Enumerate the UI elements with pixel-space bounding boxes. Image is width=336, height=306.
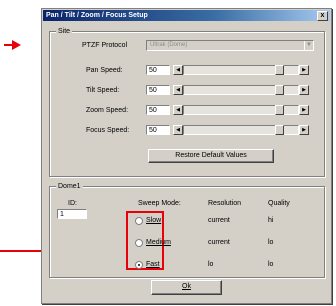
speed-value-input[interactable]: 50 [146, 105, 170, 115]
speed-slider-thumb[interactable] [275, 65, 284, 75]
window-title: Pan / Tilt / Zoom / Focus Setup [46, 12, 148, 19]
close-button[interactable]: x [317, 11, 328, 21]
quality-value: hi [268, 217, 274, 224]
speed-value-input[interactable]: 50 [146, 85, 170, 95]
quality-value: lo [268, 239, 274, 246]
quality-value: lo [268, 261, 274, 268]
ptzf-protocol-label: PTZF Protocol [82, 42, 128, 49]
scroll-right-icon[interactable]: ▶ [299, 105, 309, 115]
chevron-down-icon[interactable]: ▼ [304, 41, 313, 50]
speed-value-input[interactable]: 50 [146, 65, 170, 75]
ptzf-protocol-select[interactable]: Ultrak (Dome) ▼ [146, 40, 314, 51]
restore-default-values-label: Restore Default Values [175, 152, 247, 159]
speed-slider-thumb[interactable] [275, 105, 284, 115]
id-label: ID: [68, 200, 77, 207]
resolution-value: lo [208, 261, 214, 268]
sweep-mode-radio[interactable] [135, 217, 143, 225]
scroll-right-icon[interactable]: ▶ [299, 85, 309, 95]
sweep-mode-label[interactable]: Fast [146, 260, 160, 269]
sweep-mode-label[interactable]: Medium [146, 238, 171, 247]
speed-label: Zoom Speed: [86, 107, 129, 114]
speed-label: Pan Speed: [86, 67, 123, 74]
sweep-mode-label[interactable]: Slow [146, 216, 161, 225]
title-bar: Pan / Tilt / Zoom / Focus Setup x [43, 10, 330, 21]
speed-value-input[interactable]: 50 [146, 125, 170, 135]
id-input[interactable]: 1 [57, 209, 87, 219]
speed-label: Tilt Speed: [86, 87, 120, 94]
scroll-right-icon[interactable]: ▶ [299, 125, 309, 135]
annotation-arrow-1-head [12, 40, 21, 50]
annotation-arrow-2-line [0, 250, 45, 252]
scroll-right-icon[interactable]: ▶ [299, 65, 309, 75]
scroll-left-icon[interactable]: ◀ [173, 85, 183, 95]
sweep-mode-header: Sweep Mode: [138, 200, 181, 207]
speed-label: Focus Speed: [86, 127, 130, 134]
ptzf-setup-dialog: Pan / Tilt / Zoom / Focus Setup x Site P… [41, 8, 332, 304]
ok-label: Ok [182, 283, 191, 290]
resolution-header: Resolution [208, 200, 242, 207]
scroll-left-icon[interactable]: ◀ [173, 125, 183, 135]
ptzf-protocol-value: Ultrak (Dome) [150, 42, 188, 48]
sweep-mode-radio[interactable] [135, 239, 143, 247]
site-group-title: Site [56, 27, 73, 36]
scroll-left-icon[interactable]: ◀ [173, 105, 183, 115]
scroll-left-icon[interactable]: ◀ [173, 65, 183, 75]
restore-default-values-button[interactable]: Restore Default Values [148, 149, 274, 163]
resolution-value: current [208, 239, 230, 246]
quality-header: Quality [268, 200, 290, 207]
sweep-mode-radio[interactable] [135, 261, 143, 269]
dome-group-title: Dome1 [56, 182, 83, 191]
speed-slider-thumb[interactable] [275, 85, 284, 95]
ok-button[interactable]: Ok [151, 280, 222, 295]
resolution-value: current [208, 217, 230, 224]
speed-slider-thumb[interactable] [275, 125, 284, 135]
